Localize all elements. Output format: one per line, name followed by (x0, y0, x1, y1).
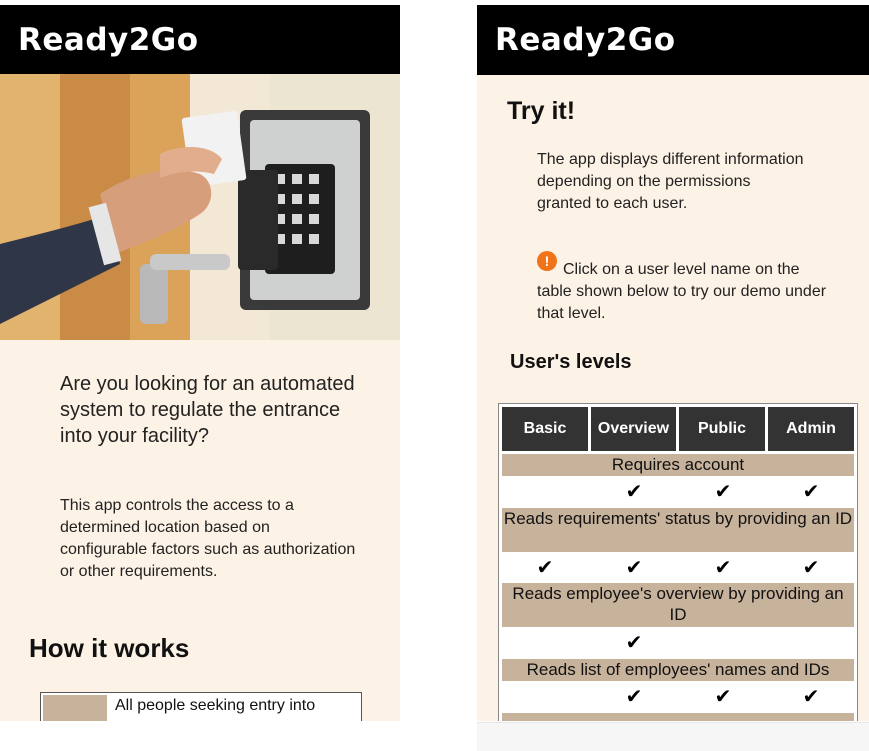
how-it-works-heading: How it works (29, 633, 190, 663)
requirement-row: Reads employee's overview by providing a… (502, 583, 854, 627)
hero-image (0, 74, 400, 340)
left-screen: Ready2Go Are you looking for an automate… (0, 5, 400, 721)
level-basic-button[interactable]: Basic (502, 407, 588, 451)
check-row: ✔ (502, 631, 854, 655)
users-levels-heading: User's levels (510, 351, 632, 373)
checkmark-icon: ✔ (714, 557, 732, 579)
bottom-bar (477, 722, 869, 751)
table-row-text: All people seeking entry into (115, 697, 316, 714)
check-row: ✔ ✔ ✔ ✔ (502, 556, 854, 580)
checkmark-icon: ✔ (625, 686, 643, 708)
checkmark-icon: ✔ (802, 481, 820, 503)
check-row: ✔ ✔ ✔ (502, 685, 854, 709)
app-header: Ready2Go (0, 5, 400, 74)
brand-logo: Ready2Go (495, 22, 676, 58)
description-text: This app controls the access to a determ… (60, 497, 356, 580)
checkmark-icon: ✔ (625, 632, 643, 654)
keycard-access-illustration (0, 74, 400, 340)
right-screen: Ready2Go Try it! The app displays differ… (477, 5, 869, 721)
table-swatch (43, 695, 107, 721)
intro-text: Are you looking for an automated system … (60, 373, 355, 447)
checkmark-icon: ✔ (714, 481, 732, 503)
checkmark-icon: ✔ (714, 686, 732, 708)
checkmark-icon: ✔ (536, 557, 554, 579)
requirement-row-partial (502, 713, 854, 721)
table-header-row: Basic Overview Public Admin (502, 407, 854, 451)
level-admin-button[interactable]: Admin (768, 407, 854, 451)
check-row: ✔ ✔ ✔ (502, 480, 854, 504)
checkmark-icon: ✔ (625, 557, 643, 579)
brand-logo: Ready2Go (18, 21, 199, 58)
requirement-row: Reads list of employees' names and IDs (502, 659, 854, 681)
checkmark-icon: ✔ (802, 557, 820, 579)
try-it-heading: Try it! (507, 97, 576, 125)
checkmark-icon: ✔ (625, 481, 643, 503)
notice-paragraph: Click on a user level name on the table … (537, 261, 827, 322)
level-overview-button[interactable]: Overview (591, 407, 676, 451)
checkmark-icon: ✔ (802, 686, 820, 708)
user-levels-table: Basic Overview Public Admin Requires acc… (498, 403, 858, 721)
app-header: Ready2Go (477, 5, 869, 75)
permissions-paragraph: The app displays different information d… (537, 151, 804, 212)
requirement-row: Requires account (502, 454, 854, 476)
how-it-works-table: All people seeking entry into (40, 692, 362, 721)
level-public-button[interactable]: Public (679, 407, 765, 451)
requirement-row: Reads requirements' status by providing … (502, 508, 854, 552)
